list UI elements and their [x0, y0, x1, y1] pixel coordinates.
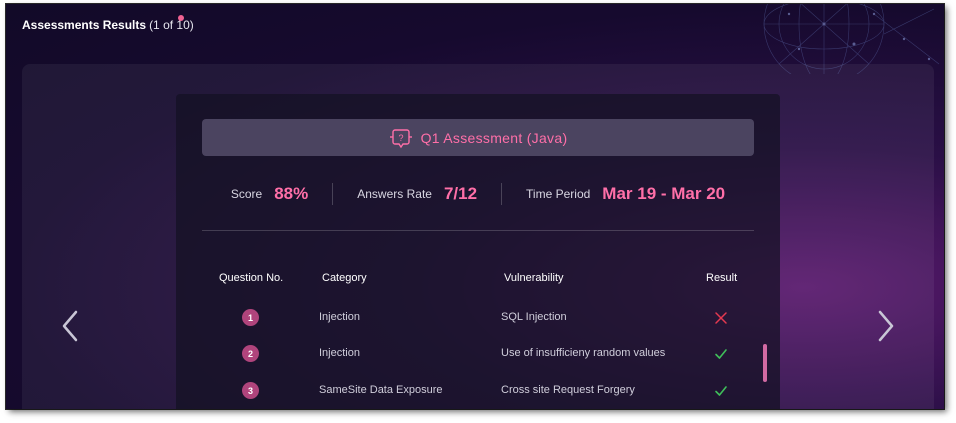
page-title: Assessments Results (1 of 10) [22, 18, 194, 32]
stat-value: Mar 19 - Mar 20 [602, 184, 726, 203]
stat-label: Time Period [526, 187, 591, 201]
question-bubble-icon: ? [389, 128, 412, 148]
column-header-result: Result [706, 272, 738, 284]
table-row[interactable]: 3 SameSite Data Exposure Cross site Requ… [176, 380, 780, 402]
question-number-badge: 3 [242, 382, 259, 399]
assessment-title: Q1 Assessment (Java) [420, 129, 568, 146]
column-header-vulnerability: Vulnerability [504, 272, 564, 284]
stat-score: Score 88% [207, 184, 332, 204]
column-header-category: Category [322, 272, 367, 284]
next-button[interactable] [874, 306, 898, 346]
table-row[interactable]: 2 Injection Use of insufficieny random v… [176, 343, 780, 365]
chevron-left-icon [62, 310, 78, 342]
result-counter: (1 of 10) [149, 18, 194, 32]
x-mark-icon [715, 312, 727, 324]
category-cell: SameSite Data Exposure [319, 384, 443, 396]
stats-bar: Score 88% Answers Rate 7/12 Time Period … [202, 180, 754, 208]
chevron-right-icon [878, 310, 894, 342]
stat-time-period: Time Period Mar 19 - Mar 20 [502, 184, 749, 204]
vulnerability-cell: Cross site Request Forgery [501, 384, 635, 396]
page-title-text: Assessments Results [22, 18, 147, 32]
table-row[interactable]: 1 Injection SQL Injection [176, 307, 780, 329]
stat-label: Score [230, 187, 263, 201]
category-cell: Injection [319, 311, 360, 323]
category-cell: Injection [319, 347, 360, 359]
stat-value: 88% [274, 184, 309, 203]
checkmark-icon [715, 386, 727, 396]
stat-answers-rate: Answers Rate 7/12 [333, 184, 501, 204]
previous-button[interactable] [58, 306, 82, 346]
column-header-question-no: Question No. [219, 272, 284, 284]
table-scrollbar[interactable] [763, 344, 767, 382]
notification-dot [178, 15, 184, 21]
assessment-header: ? Q1 Assessment (Java) [202, 119, 754, 156]
checkmark-icon [715, 349, 727, 359]
section-divider [202, 230, 754, 231]
question-number-badge: 2 [242, 345, 259, 362]
vulnerability-cell: SQL Injection [501, 311, 567, 323]
svg-text:?: ? [398, 133, 403, 143]
stat-value: 7/12 [443, 184, 478, 203]
question-number-badge: 1 [242, 309, 259, 326]
assessment-card: ? Q1 Assessment (Java) Score 88% Answers… [176, 94, 780, 409]
vulnerability-cell: Use of insufficieny random values [501, 347, 666, 359]
app-window: Assessments Results (1 of 10) ? Q1 Assess [6, 4, 944, 409]
results-carousel: ? Q1 Assessment (Java) Score 88% Answers… [22, 64, 934, 409]
stat-label: Answers Rate [357, 187, 432, 201]
